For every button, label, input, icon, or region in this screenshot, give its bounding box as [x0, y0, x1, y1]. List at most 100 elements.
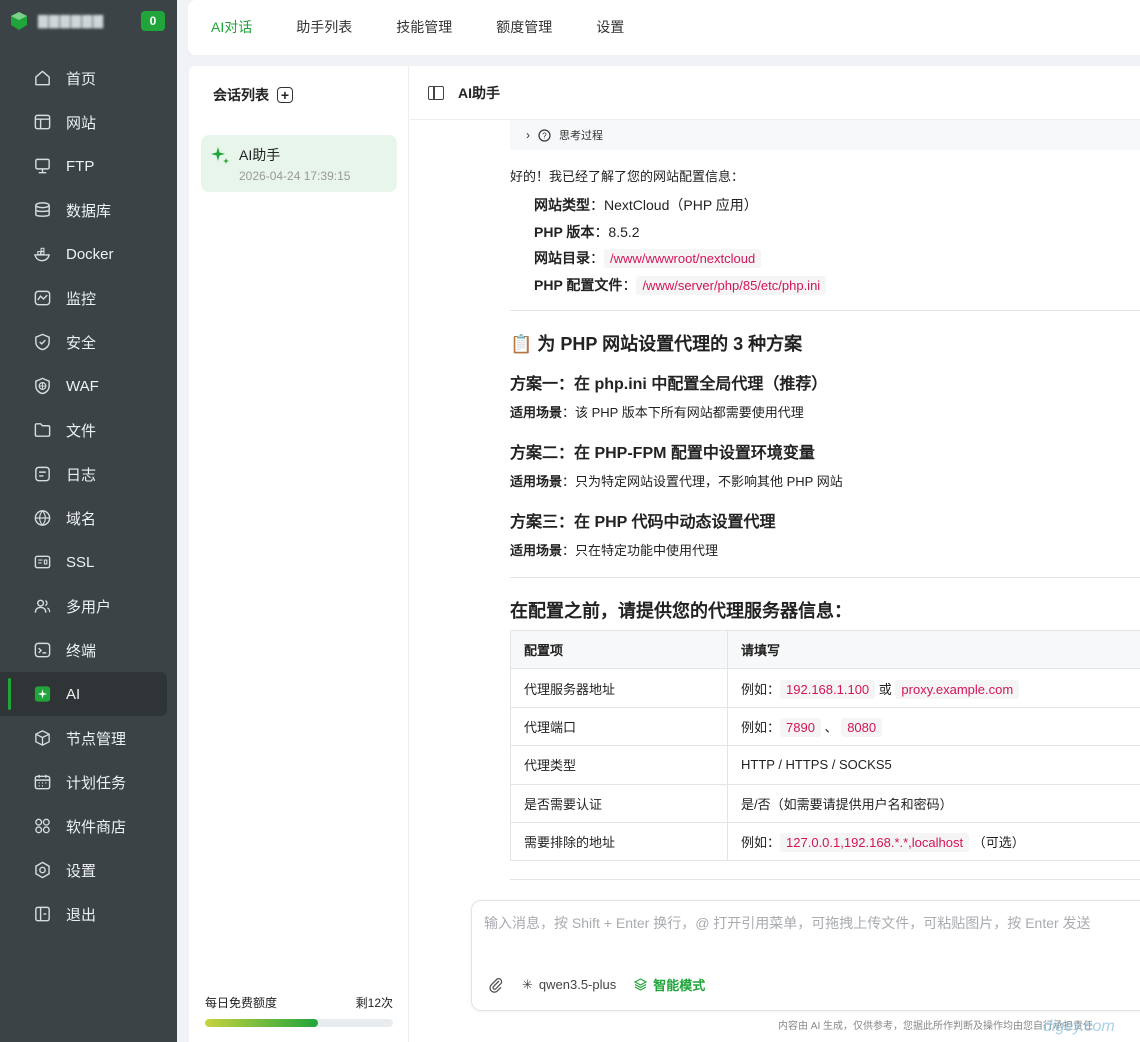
table-header-value: 请填写 [727, 629, 1140, 670]
mode-name: 智能模式 [653, 978, 706, 993]
notification-badge[interactable]: 0 [141, 11, 165, 31]
info-value: ： [590, 250, 604, 266]
chat-title: AI助手 [458, 84, 500, 101]
sidebar-item-waf[interactable]: WAF [0, 364, 177, 408]
sidebar-item-label: 监控 [66, 290, 97, 308]
log-icon [33, 465, 52, 484]
cell-code: 8080 [841, 717, 883, 737]
plan-title: 方案二：在 PHP-FPM 配置中设置环境变量 [510, 445, 815, 462]
section-title: 📋 为 PHP 网站设置代理的 3 种方案 [510, 334, 803, 354]
calendar-icon [33, 773, 52, 792]
sidebar-item-folder[interactable]: 文件 [0, 408, 177, 452]
cell-text: 例如： [741, 719, 781, 735]
sidebar-item-terminal[interactable]: 终端 [0, 628, 177, 672]
info-code: /www/wwwroot/nextcloud [604, 249, 762, 268]
info-key: 网站类型 [534, 197, 590, 213]
table-cell-value: 例如： 192.168.1.100 或 proxy.example.com [727, 668, 1140, 708]
info-key: PHP 版本 [534, 223, 595, 240]
plan-scene-text: ：只在特定功能中使用代理 [562, 543, 719, 558]
tab-3[interactable]: 额度管理 [496, 0, 552, 55]
table-row: 需要排除的地址 例如： 127.0.0.1,192.168.*.*,localhos… [510, 821, 1140, 862]
tab-0[interactable]: AI对话 [211, 0, 252, 55]
sidebar-item-label: AI [66, 685, 81, 703]
info-item: PHP 配置文件：/www/server/php/85/etc/php.ini [534, 275, 827, 295]
table-cell-item: 是否需要认证 [510, 783, 728, 823]
layers-icon [634, 978, 648, 991]
sidebar-item-store[interactable]: 软件商店 [0, 804, 177, 848]
sidebar-item-log[interactable]: 日志 [0, 452, 177, 496]
plan-scene-key: 适用场景 [510, 474, 563, 489]
table-cell-item: 代理类型 [510, 745, 728, 785]
sidebar-item-docker[interactable]: Docker [0, 232, 177, 276]
sidebar-item-label: 计划任务 [66, 774, 127, 792]
new-session-plus-icon[interactable]: + [277, 87, 293, 103]
sidebar: ▇▇▇▇▇▇ 0 首页 网站 FTP 数据库 Docker 监控安全 WAF 文件日志域名 SS… [0, 0, 177, 1042]
sidebar-item-calendar[interactable]: 计划任务 [0, 760, 177, 804]
ftp-icon [33, 157, 52, 176]
sidebar-item-ssl[interactable]: SSL [0, 540, 177, 584]
model-selector[interactable]: ✳ qwen3.5-plus [522, 977, 616, 993]
docker-icon [33, 245, 52, 264]
cell-code: proxy.example.com [895, 679, 1020, 699]
intro-text: 好的！我已经了解了您的网站配置信息： [510, 169, 745, 184]
sidebar-item-label: 日志 [66, 466, 97, 484]
tab-2[interactable]: 技能管理 [396, 0, 452, 55]
sidebar-item-ftp[interactable]: FTP [0, 144, 177, 188]
sidebar-item-label: 节点管理 [66, 730, 127, 748]
monitor-icon [33, 289, 52, 308]
table-row: 代理类型 HTTP / HTTPS / SOCKS5 [510, 745, 1140, 785]
database-icon [33, 201, 52, 220]
session-item[interactable]: AI助手 2026-04-24 17:39:15 [201, 135, 397, 192]
brand-logo-icon [11, 12, 27, 30]
sidebar-nav: 首页 网站 FTP 数据库 Docker 监控安全 WAF 文件日志域名 SSL 多用户终端 AI 节… [0, 56, 177, 936]
attach-button[interactable] [488, 977, 504, 993]
sparkle-icon [211, 147, 229, 164]
sidebar-item-website[interactable]: 网站 [0, 100, 177, 144]
info-item: 网站目录：/www/wwwroot/nextcloud [534, 248, 762, 268]
sidebar-item-database[interactable]: 数据库 [0, 188, 177, 232]
brand-name: ▇▇▇▇▇▇ [38, 13, 104, 28]
folder-icon [33, 421, 52, 440]
model-name: qwen3.5-plus [538, 977, 617, 992]
table-cell-value: 是/否（如需要请提供用户名和密码） [727, 783, 1140, 823]
cell-text: 例如： [741, 835, 781, 851]
session-list-title: 会话列表 [213, 87, 269, 103]
divider [510, 310, 1140, 311]
table-row: 是否需要认证 是/否（如需要请提供用户名和密码） [510, 783, 1140, 823]
sidebar-item-shield[interactable]: 安全 [0, 320, 177, 364]
sidebar-item-home[interactable]: 首页 [0, 56, 177, 100]
info-value: ： [622, 276, 637, 293]
sidebar-item-settings[interactable]: 设置 [0, 848, 177, 892]
quota-progress-bar [205, 1019, 393, 1027]
sidebar-item-label: 终端 [66, 642, 97, 660]
sidebar-item-logout[interactable]: 退出 [0, 892, 177, 936]
sidebar-item-node[interactable]: 节点管理 [0, 716, 177, 760]
question-circle-icon: ? [538, 128, 551, 142]
model-icon: ✳ [522, 976, 533, 992]
cell-text: 是/否（如需要请提供用户名和密码） [741, 796, 953, 812]
chat-header: AI助手 [410, 66, 1140, 120]
sidebar-item-globe[interactable]: 域名 [0, 496, 177, 540]
cell-code: 127.0.0.1,192.168.*.*,localhost [780, 833, 970, 853]
table-cell-item: 代理端口 [510, 706, 728, 747]
brand: ▇▇▇▇▇▇ 0 [0, 0, 177, 42]
sidebar-item-monitor[interactable]: 监控 [0, 276, 177, 320]
tab-1[interactable]: 助手列表 [296, 0, 352, 55]
toggle-sidebar-icon[interactable] [428, 85, 444, 100]
chevron-right-icon: › [526, 128, 530, 142]
thinking-toggle[interactable]: › ? 思考过程 [510, 120, 1140, 150]
tab-4[interactable]: 设置 [596, 0, 624, 55]
paperclip-icon [489, 977, 503, 993]
sidebar-item-label: 多用户 [66, 598, 112, 616]
mode-selector[interactable]: 智能模式 [634, 975, 705, 994]
message-input[interactable] [484, 913, 1124, 953]
ai-icon [33, 685, 52, 704]
sidebar-item-ai[interactable]: AI [0, 672, 167, 716]
table-header-item: 配置项 [510, 629, 728, 670]
sidebar-item-label: 数据库 [66, 202, 112, 220]
proxy-info-table: 配置项 请填写 代理服务器地址 例如： 192.168.1.100 或 proxy.… [510, 629, 1140, 862]
table-row: 代理服务器地址 例如： 192.168.1.100 或 proxy.example.… [510, 668, 1140, 708]
sidebar-item-users[interactable]: 多用户 [0, 584, 177, 628]
info-key: PHP 配置文件 [534, 276, 623, 293]
users-icon [33, 597, 52, 616]
